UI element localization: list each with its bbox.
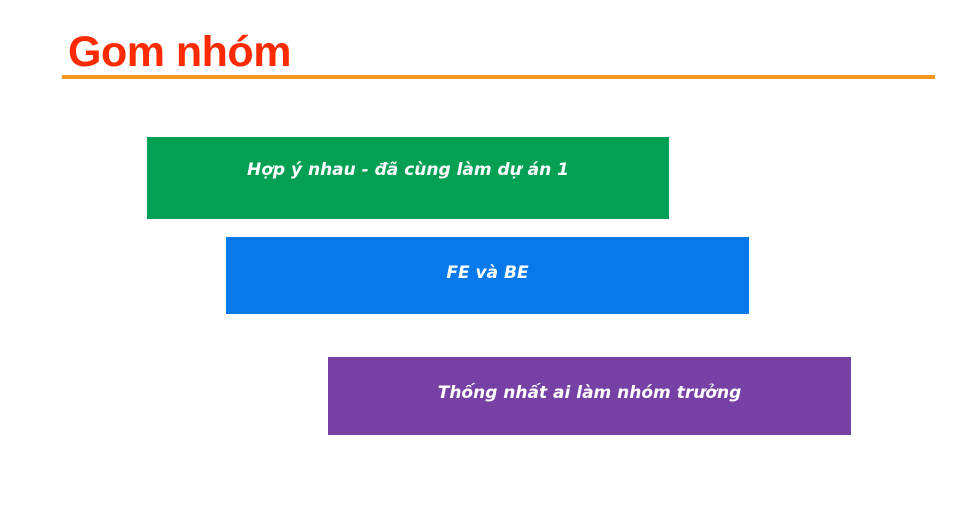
item-bar-3: Thống nhất ai làm nhóm trưởng xyxy=(328,357,851,435)
title-underline xyxy=(62,75,935,79)
item-bar-1: Hợp ý nhau - đã cùng làm dự án 1 xyxy=(147,137,669,219)
item-label-2: FE và BE xyxy=(446,262,529,283)
slide-title: Gom nhóm xyxy=(68,28,291,76)
item-label-1: Hợp ý nhau - đã cùng làm dự án 1 xyxy=(246,160,570,180)
item-bar-2: FE và BE xyxy=(226,237,749,314)
item-label-3: Thống nhất ai làm nhóm trưởng xyxy=(437,383,742,403)
